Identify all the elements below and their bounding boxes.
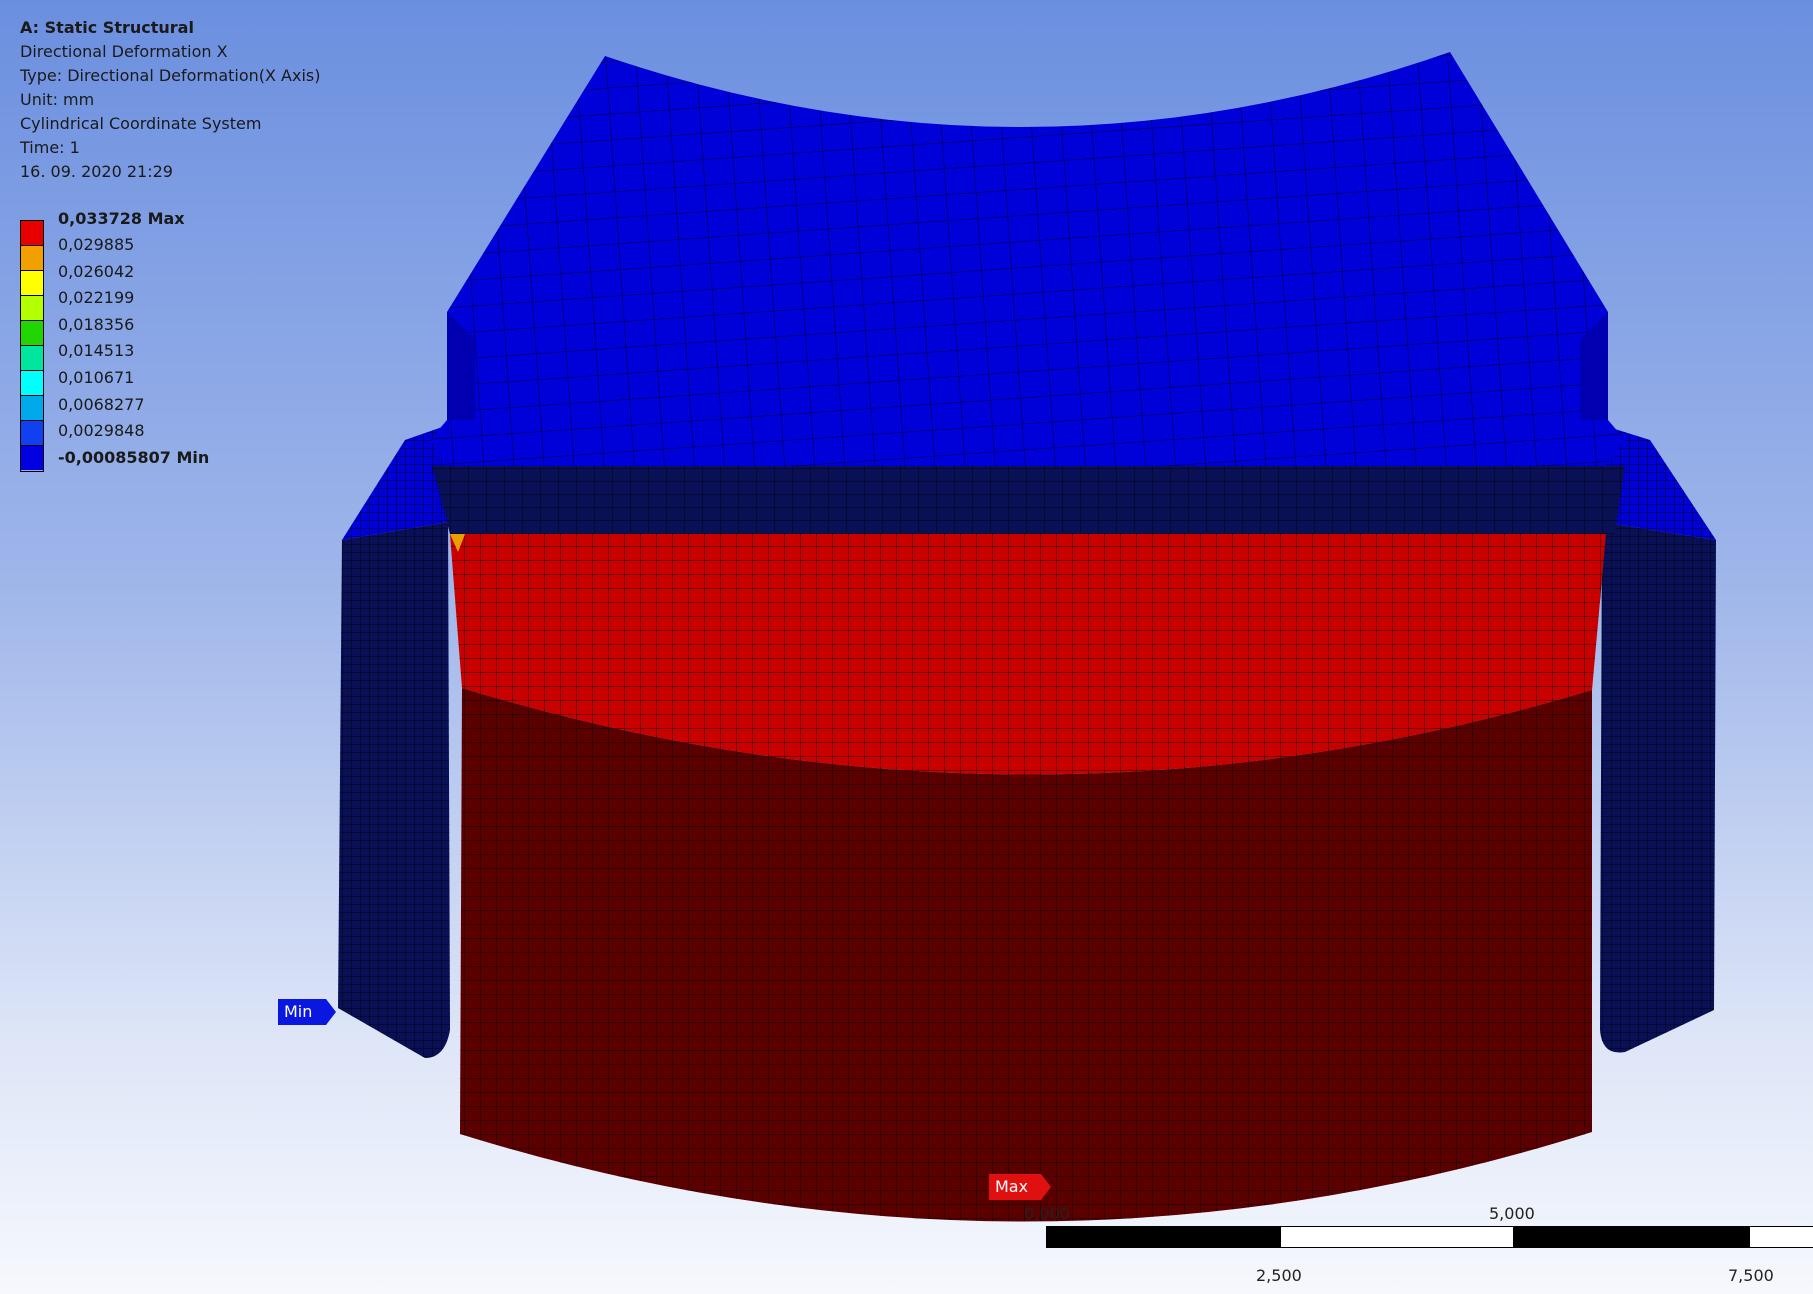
max-probe-label[interactable]: Max xyxy=(989,1174,1051,1200)
legend-label: 0,0068277 xyxy=(58,395,145,414)
scale-bar: 0,000 5,000 2,500 7,500 xyxy=(1024,1204,1813,1294)
upper-body xyxy=(430,52,1625,470)
scale-tick-label: 0,000 xyxy=(1024,1204,1070,1223)
scale-segment xyxy=(1514,1226,1749,1248)
left-side-wall xyxy=(338,425,450,1058)
min-probe-label[interactable]: Min xyxy=(278,999,336,1025)
scale-segment xyxy=(1046,1226,1280,1248)
result-time: Time: 1 xyxy=(20,138,80,157)
legend-label: 0,0029848 xyxy=(58,421,145,440)
coordinate-system: Cylindrical Coordinate System xyxy=(20,114,262,133)
legend-label: 0,022199 xyxy=(58,288,135,307)
legend-label: 0,018356 xyxy=(58,315,135,334)
scale-segment xyxy=(1280,1226,1514,1248)
legend-swatch xyxy=(21,371,43,396)
legend-swatch xyxy=(21,346,43,371)
scale-tick-label: 5,000 xyxy=(1489,1204,1535,1223)
legend-label: 0,026042 xyxy=(58,262,135,281)
legend-label: 0,029885 xyxy=(58,235,135,254)
graphics-viewport[interactable] xyxy=(0,0,1813,1294)
legend-label: 0,014513 xyxy=(58,341,135,360)
dark-band xyxy=(432,466,1625,534)
result-type: Type: Directional Deformation(X Axis) xyxy=(20,66,321,85)
legend-label-max: 0,033728 Max xyxy=(58,209,185,228)
legend-swatch xyxy=(21,246,43,271)
legend-swatch xyxy=(21,421,43,446)
legend-color-bar xyxy=(20,220,44,472)
result-name: Directional Deformation X xyxy=(20,42,228,61)
fea-mesh-model[interactable] xyxy=(0,0,1813,1294)
right-side-wall xyxy=(1600,425,1716,1053)
legend-label: 0,010671 xyxy=(58,368,135,387)
legend-swatch xyxy=(21,271,43,296)
result-unit: Unit: mm xyxy=(20,90,95,109)
scale-tick-label: 2,500 xyxy=(1256,1266,1302,1285)
legend-swatch xyxy=(21,221,43,246)
legend-swatch xyxy=(21,321,43,346)
legend-label-min: -0,00085807 Min xyxy=(58,448,210,467)
result-info-panel: A: Static Structural Directional Deforma… xyxy=(20,16,321,184)
analysis-title: A: Static Structural xyxy=(20,18,194,37)
result-date: 16. 09. 2020 21:29 xyxy=(20,162,173,181)
scale-segment xyxy=(1749,1226,1813,1248)
scale-tick-label: 7,500 xyxy=(1728,1266,1774,1285)
legend-swatch xyxy=(21,446,43,470)
legend-swatch xyxy=(21,396,43,421)
legend-swatch xyxy=(21,296,43,321)
